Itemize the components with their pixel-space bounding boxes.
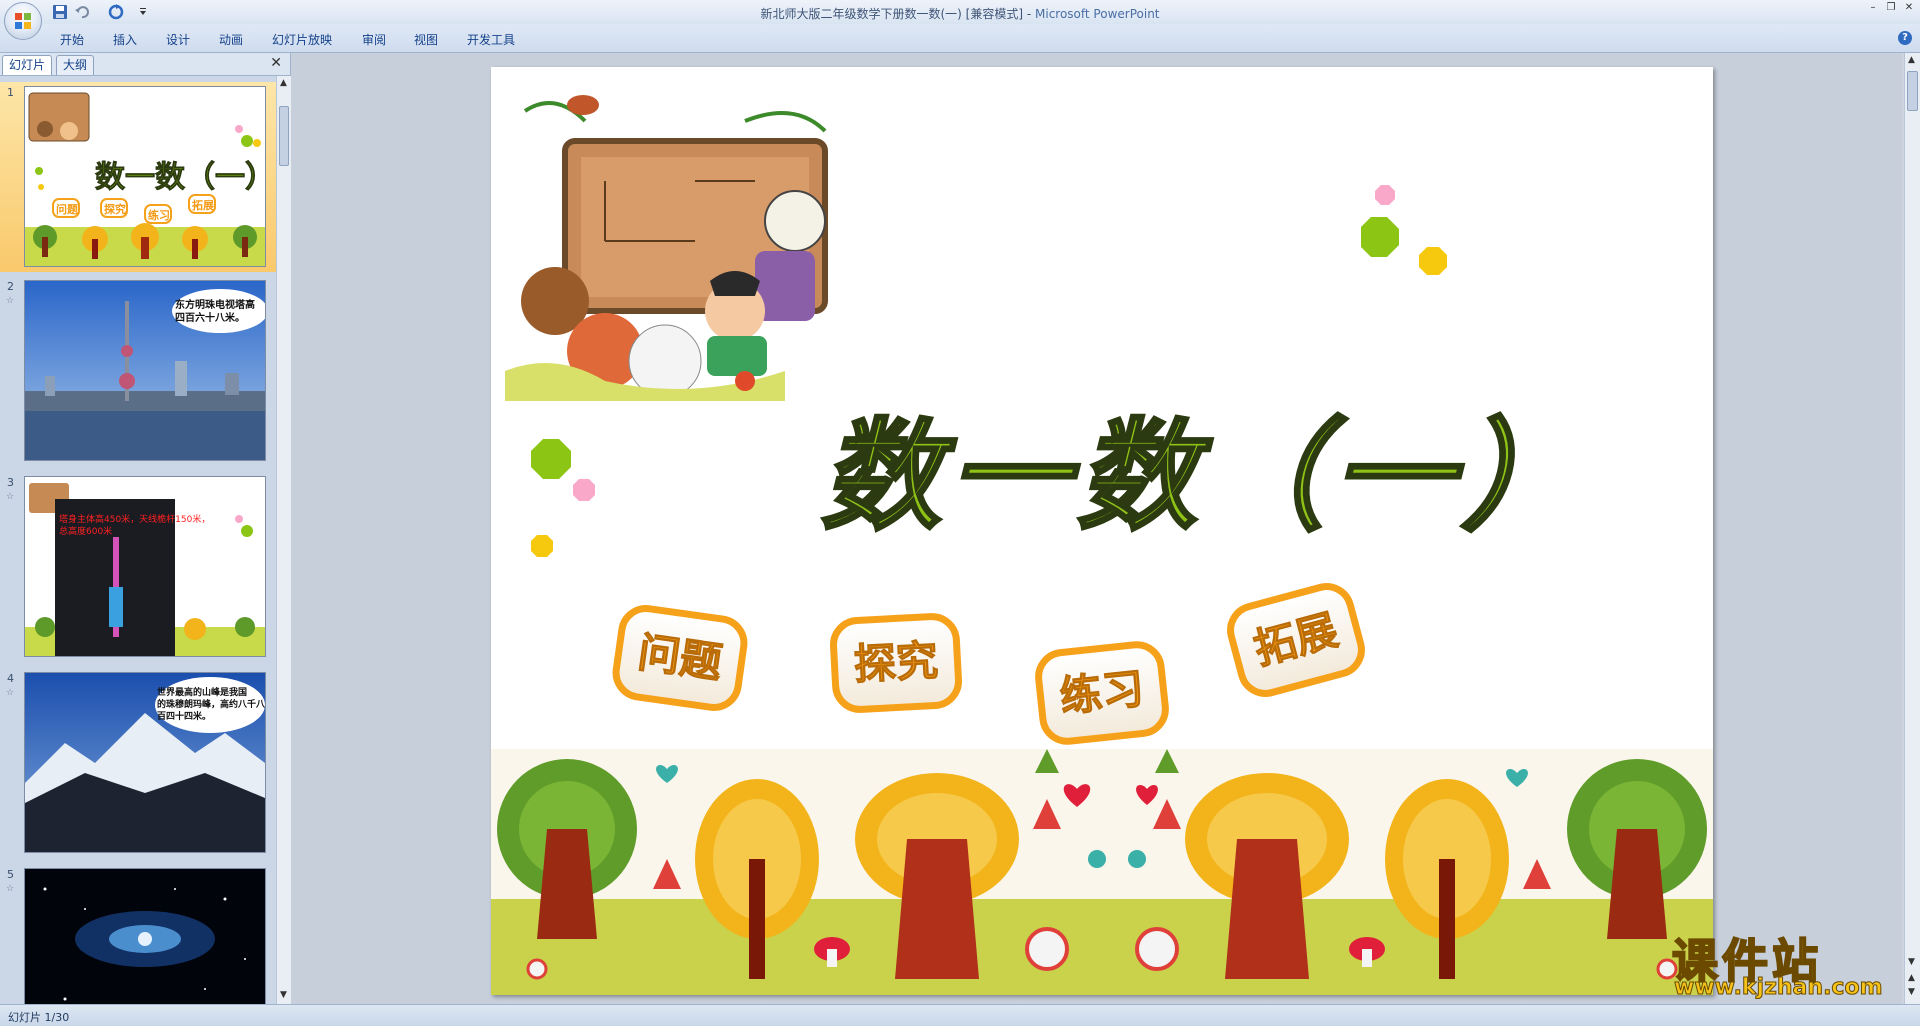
decor-dots-right bbox=[1361, 185, 1447, 275]
forest-banner-illustration bbox=[491, 749, 1713, 995]
thumb-title: 数一数（一） bbox=[95, 160, 265, 195]
thumbnail-1-art: 数一数（一） 问题 探究 练习 拓展 bbox=[25, 92, 265, 266]
app-name: Microsoft PowerPoint bbox=[1035, 7, 1160, 21]
practice-button[interactable]: 练习 bbox=[1032, 638, 1172, 748]
scroll-down-icon[interactable]: ▼ bbox=[280, 990, 287, 1000]
tab-slideshow[interactable]: 幻灯片放映 bbox=[272, 31, 332, 48]
thumbnail-preview: 塔身主体高450米，天线桅杆150米， 总高度600米 bbox=[24, 476, 266, 657]
thumb-pill-2: 探究 bbox=[104, 202, 126, 216]
slide-number: 3 bbox=[7, 476, 14, 489]
window-title: 新北师大版二年级数学下册数一数(一) [兼容模式] - Microsoft Po… bbox=[0, 5, 1920, 22]
thumb-text-line-1: 塔身主体高450米，天线桅杆150米， bbox=[59, 513, 210, 525]
help-icon[interactable]: ? bbox=[1898, 31, 1912, 45]
office-logo-icon bbox=[15, 13, 31, 29]
thumbnail-3-art: 塔身主体高450米，天线桅杆150米， 总高度600米 bbox=[25, 477, 265, 656]
question-button[interactable]: 问题 bbox=[608, 601, 752, 715]
animation-star-icon: ☆ bbox=[6, 492, 15, 502]
thumbnail-4-art: 世界最高的山峰是我国 的珠穆朗玛峰，高约八千八 百四十四米。 bbox=[25, 673, 265, 852]
slides-pane: 幻灯片 大纲 ✕ 1 数一数（一） 问题 探究 练习 拓展 2 ☆ 东方明珠电视… bbox=[0, 53, 291, 1004]
minimize-button[interactable]: – bbox=[1864, 2, 1882, 14]
scroll-thumb[interactable] bbox=[279, 106, 289, 166]
thumbnail-preview bbox=[24, 868, 266, 1004]
thumb-bubble-line-2: 四百六十八米。 bbox=[175, 311, 245, 324]
scroll-down-icon[interactable]: ▼ bbox=[1908, 957, 1915, 967]
restore-button[interactable]: ❐ bbox=[1882, 2, 1900, 14]
tab-developer[interactable]: 开发工具 bbox=[467, 31, 515, 48]
slide-thumbnail-1[interactable]: 1 数一数（一） 问题 探究 练习 拓展 bbox=[0, 82, 276, 272]
animation-star-icon: ☆ bbox=[6, 688, 15, 698]
thumbnail-5-art bbox=[25, 869, 265, 1004]
slide-thumbnail-4[interactable]: 4 ☆ 世界最高的山峰是我国 的珠穆朗玛峰，高约八千八 百四十四米。 bbox=[0, 668, 276, 858]
slide-number: 5 bbox=[7, 868, 14, 881]
slide-thumbnail-2[interactable]: 2 ☆ 东方明珠电视塔高 四百六十八米。 bbox=[0, 276, 276, 466]
thumbnail-2-art: 东方明珠电视塔高 四百六十八米。 bbox=[25, 281, 265, 460]
animation-star-icon: ☆ bbox=[6, 884, 15, 894]
slide-title[interactable]: 数一数（一） bbox=[820, 397, 1583, 577]
thumb-text-line-2: 总高度600米 bbox=[59, 525, 112, 537]
tab-animation[interactable]: 动画 bbox=[219, 31, 243, 48]
close-pane-icon[interactable]: ✕ bbox=[270, 55, 282, 71]
office-button[interactable] bbox=[4, 2, 42, 40]
previous-slide-icon[interactable]: ▲ bbox=[1908, 973, 1915, 983]
scroll-up-icon[interactable]: ▲ bbox=[1908, 55, 1915, 65]
slide-count-status: 幻灯片 1/30 bbox=[8, 1011, 70, 1024]
document-title: 新北师大版二年级数学下册数一数(一) [兼容模式] bbox=[760, 7, 1024, 21]
scroll-thumb[interactable] bbox=[1907, 71, 1918, 111]
slide-number: 1 bbox=[7, 86, 14, 99]
close-window-button[interactable]: ✕ bbox=[1900, 2, 1918, 14]
slide-number: 4 bbox=[7, 672, 14, 685]
tab-insert[interactable]: 插入 bbox=[113, 31, 137, 48]
thumb-bubble-line-1: 世界最高的山峰是我国 bbox=[157, 686, 247, 698]
thumb-bubble-line-1: 东方明珠电视塔高 bbox=[175, 298, 255, 311]
thumb-bubble-line-2: 的珠穆朗玛峰，高约八千八 bbox=[157, 698, 265, 710]
pane-tabs: 幻灯片 大纲 ✕ bbox=[0, 53, 290, 76]
tab-outline[interactable]: 大纲 bbox=[56, 55, 95, 75]
cartoon-classroom-illustration bbox=[505, 95, 828, 401]
slide-canvas[interactable]: 数一数（一） 问题 探究 练习 拓展 bbox=[491, 67, 1713, 995]
extend-button[interactable]: 拓展 bbox=[1220, 576, 1372, 704]
explore-button[interactable]: 探究 bbox=[828, 611, 964, 715]
tab-view[interactable]: 视图 bbox=[414, 31, 438, 48]
slide-thumbnail-3[interactable]: 3 ☆ 塔身主体高450米，天线桅杆150米， 总高度600米 bbox=[0, 472, 276, 662]
thumbnail-preview: 数一数（一） 问题 探究 练习 拓展 bbox=[24, 86, 266, 267]
thumb-pill-1: 问题 bbox=[56, 202, 79, 216]
thumbnail-list: 1 数一数（一） 问题 探究 练习 拓展 2 ☆ 东方明珠电视塔高 四百六十八米… bbox=[0, 76, 276, 1004]
tab-review[interactable]: 审阅 bbox=[362, 31, 386, 48]
slide-number: 2 bbox=[7, 280, 14, 293]
slide-scrollbar[interactable]: ▲ ▼ ▲ ▼ bbox=[1904, 53, 1920, 1004]
decor-dots-left bbox=[531, 439, 595, 557]
next-slide-icon[interactable]: ▼ bbox=[1908, 987, 1915, 997]
ribbon-tabs: 开始 插入 设计 动画 幻灯片放映 审阅 视图 开发工具 ? bbox=[0, 24, 1920, 53]
thumb-pill-4: 拓展 bbox=[192, 198, 215, 212]
title-bar: 新北师大版二年级数学下册数一数(一) [兼容模式] - Microsoft Po… bbox=[0, 0, 1920, 40]
thumbnail-scrollbar[interactable]: ▲ ▼ bbox=[276, 76, 291, 1004]
thumbnail-preview: 世界最高的山峰是我国 的珠穆朗玛峰，高约八千八 百四十四米。 bbox=[24, 672, 266, 853]
watermark-url: www.kjzhan.com bbox=[1674, 975, 1884, 1001]
thumbnail-preview: 东方明珠电视塔高 四百六十八米。 bbox=[24, 280, 266, 461]
tab-slides[interactable]: 幻灯片 bbox=[2, 55, 53, 75]
scroll-up-icon[interactable]: ▲ bbox=[280, 78, 287, 88]
status-bar: 幻灯片 1/30 bbox=[0, 1004, 1920, 1026]
thumb-pill-3: 练习 bbox=[148, 208, 170, 222]
animation-star-icon: ☆ bbox=[6, 296, 15, 306]
slide-thumbnail-5[interactable]: 5 ☆ bbox=[0, 864, 276, 1004]
site-watermark: 课件站 www.kjzhan.com bbox=[1671, 925, 1902, 1003]
title-separator: - bbox=[1023, 7, 1035, 21]
tab-design[interactable]: 设计 bbox=[166, 31, 190, 48]
tab-home[interactable]: 开始 bbox=[60, 31, 84, 48]
thumb-bubble-line-3: 百四十四米。 bbox=[157, 710, 211, 722]
